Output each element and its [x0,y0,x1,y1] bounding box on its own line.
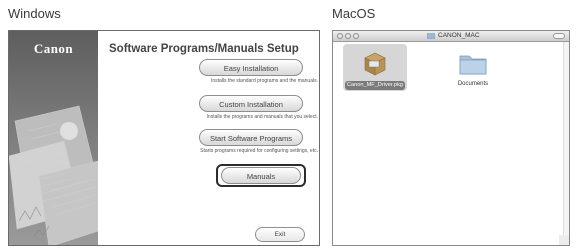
installer-side-panel: Canon [9,31,98,245]
windows-installer-window: Canon Software Programs/Manuals Setup Ea… [8,30,320,246]
start-software-programs-button[interactable]: Start Software Programs [199,129,303,146]
custom-installation-description: Installs the programs and manuals that y… [206,114,318,120]
resize-corner[interactable] [559,235,569,245]
documents-folder-name[interactable]: Documents [445,81,501,87]
toolbar-toggle-button[interactable] [553,33,565,39]
mac-scrollbar[interactable] [563,42,569,235]
mac-titlebar: CANON_MAC [333,31,569,42]
close-window-icon[interactable] [337,33,343,39]
manuals-highlight-box [216,164,306,187]
package-file-name[interactable]: Canon_MF_Driver.pkg [345,81,405,90]
easy-installation-button[interactable]: Easy Installation [199,59,303,76]
custom-installation-button[interactable]: Custom Installation [199,95,303,112]
documents-illustration [9,105,98,245]
installer-title: Software Programs/Manuals Setup [109,43,299,55]
title-folder-icon [427,33,435,39]
window-title: CANON_MAC [438,32,480,39]
exit-button[interactable]: Exit [255,227,305,242]
macos-label: MacOS [332,6,376,21]
canon-logo: Canon [33,41,74,56]
folder-icon[interactable] [459,51,487,75]
windows-label: Windows [8,6,61,21]
start-software-programs-description: Starts programs required for configuring… [200,148,318,154]
mac-finder-window: CANON_MAC Canon_MF_Driver.pkg Documents [332,30,570,246]
zoom-window-icon[interactable] [353,33,359,39]
easy-installation-description: Installs the standard programs and the m… [210,78,318,84]
minimize-window-icon[interactable] [345,33,351,39]
package-icon[interactable] [361,49,389,77]
